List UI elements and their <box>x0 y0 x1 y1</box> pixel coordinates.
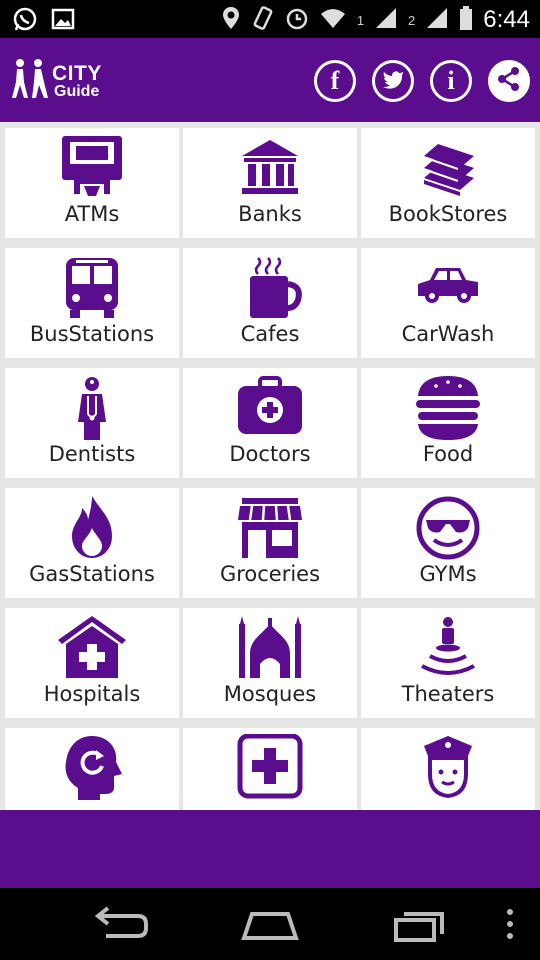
category-tile-hospitals[interactable]: Hospitals <box>5 608 179 718</box>
category-tile-busstations[interactable]: BusStations <box>5 248 179 358</box>
signal-icon <box>374 6 398 34</box>
category-label: Mosques <box>223 682 317 706</box>
app-bar: CITY Guide f i <box>0 38 540 122</box>
category-grid: ATMs Banks BookStores BusStations Cafes <box>5 128 535 810</box>
sim1-label: 1 <box>356 12 365 28</box>
gallery-icon <box>50 6 76 36</box>
category-tile-partial-3[interactable] <box>361 728 535 810</box>
mosque-icon <box>234 614 306 682</box>
stage-icon <box>412 614 484 682</box>
alarm-icon <box>285 5 309 35</box>
atm-icon <box>56 134 128 202</box>
books-icon <box>412 134 484 202</box>
back-icon[interactable] <box>92 906 148 946</box>
whatsapp-icon <box>12 6 38 36</box>
category-tile-doctors[interactable]: Doctors <box>183 368 357 478</box>
category-label: BusStations <box>29 322 155 346</box>
category-label: Cafes <box>240 322 300 346</box>
category-label: Dentists <box>48 442 136 466</box>
sim2-label: 2 <box>408 12 416 28</box>
category-label: Groceries <box>219 562 321 586</box>
category-grid-scroll[interactable]: ATMs Banks BookStores BusStations Cafes <box>0 122 540 810</box>
logo-city-text: CITY <box>52 61 102 85</box>
flame-icon <box>56 494 128 562</box>
category-label: BookStores <box>388 202 508 226</box>
info-icon: i <box>447 66 455 95</box>
menu-dots-icon[interactable] <box>500 906 520 946</box>
facebook-icon: f <box>330 66 340 95</box>
recents-icon[interactable] <box>392 906 450 946</box>
clock: 6:44 <box>483 6 530 33</box>
share-icon <box>496 66 522 97</box>
wifi-icon <box>319 6 347 34</box>
pharmacy-cross-icon <box>234 734 306 802</box>
category-tile-mosques[interactable]: Mosques <box>183 608 357 718</box>
store-icon <box>234 494 306 562</box>
location-icon <box>221 5 241 35</box>
category-tile-carwash[interactable]: CarWash <box>361 248 535 358</box>
category-tile-gasstations[interactable]: GasStations <box>5 488 179 598</box>
twitter-icon <box>382 69 404 94</box>
category-tile-gyms[interactable]: GYMs <box>361 488 535 598</box>
navigation-bar <box>0 888 540 960</box>
battery-icon <box>459 5 473 35</box>
logo-guide-text: Guide <box>54 82 100 100</box>
category-tile-bookstores[interactable]: BookStores <box>361 128 535 238</box>
vibrate-icon <box>251 5 275 35</box>
bank-icon <box>234 134 306 202</box>
category-tile-partial-1[interactable] <box>5 728 179 810</box>
category-tile-dentists[interactable]: Dentists <box>5 368 179 478</box>
medical-kit-icon <box>234 374 306 442</box>
head-refresh-icon <box>56 734 128 802</box>
category-tile-theaters[interactable]: Theaters <box>361 608 535 718</box>
facebook-button[interactable]: f <box>314 60 356 102</box>
info-button[interactable]: i <box>430 60 472 102</box>
car-icon <box>412 254 484 322</box>
sunglasses-smiley-icon <box>412 494 484 562</box>
category-tile-food[interactable]: Food <box>361 368 535 478</box>
police-icon <box>412 734 484 802</box>
burger-icon <box>412 374 484 442</box>
category-label: CarWash <box>401 322 495 346</box>
app-logo: CITY Guide <box>10 58 102 104</box>
coffee-cup-icon <box>234 254 306 322</box>
category-tile-groceries[interactable]: Groceries <box>183 488 357 598</box>
share-button[interactable] <box>488 60 530 102</box>
category-label: Theaters <box>401 682 495 706</box>
category-label: GYMs <box>419 562 477 586</box>
category-label: GasStations <box>29 562 155 586</box>
category-tile-cafes[interactable]: Cafes <box>183 248 357 358</box>
category-tile-partial-2[interactable] <box>183 728 357 810</box>
status-bar: 1 2 6:44 <box>0 0 540 38</box>
category-label: Food <box>422 442 474 466</box>
bus-icon <box>56 254 128 322</box>
category-label: ATMs <box>64 202 120 226</box>
category-tile-banks[interactable]: Banks <box>183 128 357 238</box>
signal2-icon <box>425 6 449 34</box>
walking-people-icon <box>10 58 50 104</box>
home-icon[interactable] <box>240 906 300 946</box>
category-label: Banks <box>238 202 302 226</box>
category-tile-atms[interactable]: ATMs <box>5 128 179 238</box>
twitter-button[interactable] <box>372 60 414 102</box>
bottom-banner <box>0 810 540 888</box>
category-label: Hospitals <box>43 682 141 706</box>
hospital-icon <box>56 614 128 682</box>
category-label: Doctors <box>229 442 311 466</box>
doctor-person-icon <box>56 374 128 442</box>
